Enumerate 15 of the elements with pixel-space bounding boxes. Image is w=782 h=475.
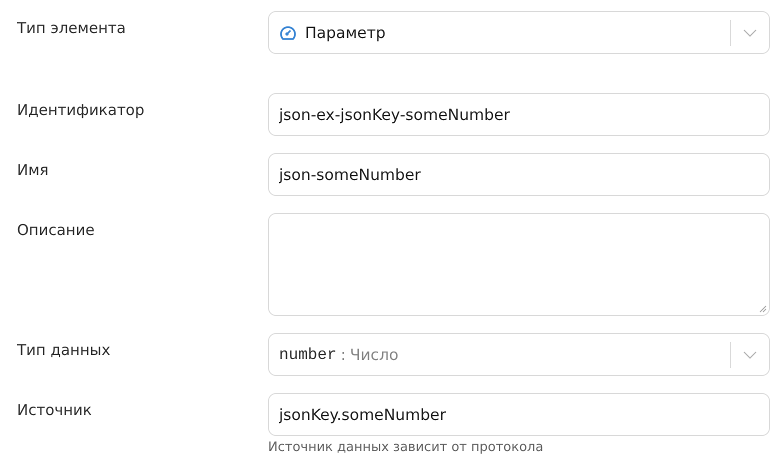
text-field[interactable]: jsonKey.someNumber	[268, 393, 770, 436]
resize-grip-icon[interactable]	[758, 304, 767, 313]
text-field[interactable]: json-someNumber	[268, 153, 770, 196]
description-field[interactable]	[268, 213, 770, 316]
separator-text: :	[340, 346, 346, 364]
field-label: Описание	[17, 220, 96, 239]
field-label: Источник	[17, 400, 93, 419]
field-label: Имя	[17, 160, 50, 179]
text-field[interactable]: json-ex-jsonKey-someNumber	[268, 93, 770, 136]
field-label: Тип данных	[17, 340, 112, 359]
field-label: Тип элемента	[17, 18, 127, 37]
select-field[interactable]: Параметр	[268, 11, 770, 54]
field-label: Идентификатор	[17, 100, 146, 119]
hint-text: Источник данных зависит от протокола	[268, 440, 544, 455]
chevron-down-icon[interactable]	[743, 28, 757, 36]
